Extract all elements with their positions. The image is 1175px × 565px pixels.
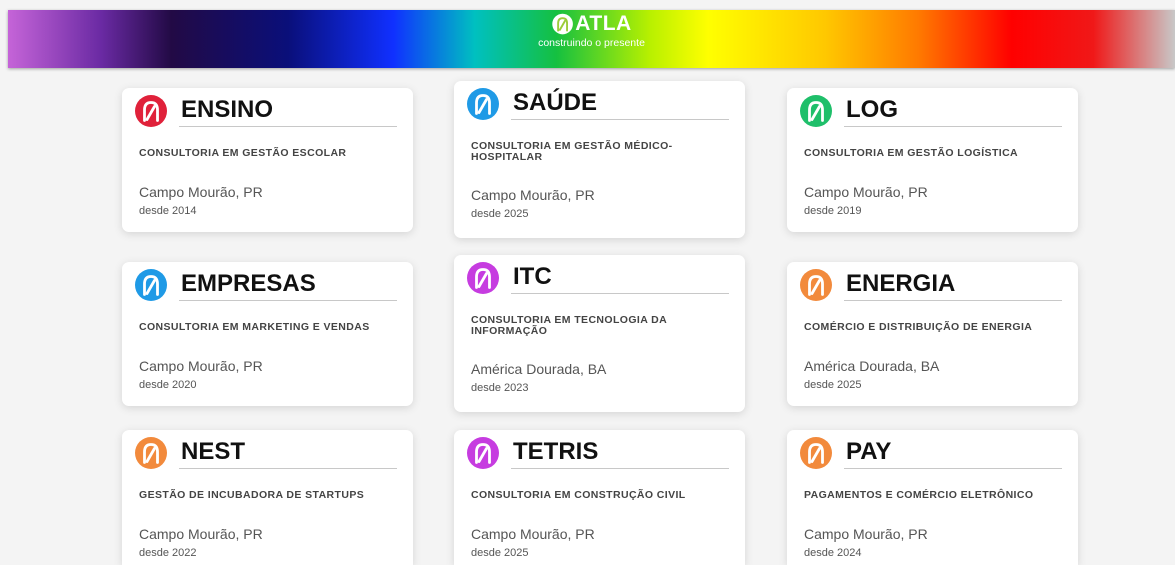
- atla-logo-icon: [135, 269, 167, 301]
- atla-logo-icon: [800, 95, 832, 127]
- card-description: CONSULTORIA EM GESTÃO LOGÍSTICA: [804, 147, 1019, 159]
- card-title: NEST: [181, 438, 246, 465]
- card-tetris[interactable]: TETRIS CONSULTORIA EM CONSTRUÇÃO CIVIL C…: [454, 430, 745, 565]
- card-itc[interactable]: ITC CONSULTORIA EM TECNOLOGIA DA INFORMA…: [454, 255, 745, 412]
- card-description: PAGAMENTOS E COMÉRCIO ELETRÔNICO: [804, 489, 1034, 501]
- card-since: desde 2024: [804, 547, 862, 559]
- divider: [511, 119, 729, 120]
- card-since: desde 2020: [139, 379, 197, 391]
- card-description: CONSULTORIA EM TECNOLOGIA DA INFORMAÇÃO: [471, 314, 667, 337]
- divider: [844, 126, 1062, 127]
- card-location: Campo Mourão, PR: [804, 526, 928, 542]
- card-title: ENSINO: [181, 96, 274, 123]
- card-location: Campo Mourão, PR: [139, 358, 263, 374]
- card-title: LOG: [846, 96, 898, 123]
- card-pay[interactable]: PAY PAGAMENTOS E COMÉRCIO ELETRÔNICO Cam…: [787, 430, 1078, 565]
- card-description: COMÉRCIO E DISTRIBUIÇÃO DE ENERGIA: [804, 321, 1033, 333]
- card-description: CONSULTORIA EM GESTÃO ESCOLAR: [139, 147, 347, 159]
- card-ensino[interactable]: ENSINO CONSULTORIA EM GESTÃO ESCOLAR Cam…: [122, 88, 413, 232]
- card-description: CONSULTORIA EM MARKETING E VENDAS: [139, 321, 370, 333]
- card-since: desde 2025: [471, 547, 529, 559]
- card-location: Campo Mourão, PR: [804, 184, 928, 200]
- divider: [844, 468, 1062, 469]
- card-title: ENERGIA: [846, 270, 956, 297]
- card-since: desde 2023: [471, 382, 529, 394]
- card-log[interactable]: LOG CONSULTORIA EM GESTÃO LOGÍSTICA Camp…: [787, 88, 1078, 232]
- divider: [511, 468, 729, 469]
- card-location: América Dourada, BA: [471, 361, 607, 377]
- divider: [844, 300, 1062, 301]
- header-banner: ATLA construindo o presente: [8, 10, 1175, 68]
- brand[interactable]: ATLA construindo o presente: [538, 12, 645, 49]
- atla-logo-icon: [551, 13, 573, 35]
- divider: [511, 293, 729, 294]
- atla-logo-icon: [135, 437, 167, 469]
- card-title: ITC: [513, 263, 552, 290]
- divider: [179, 300, 397, 301]
- brand-tagline: construindo o presente: [538, 37, 645, 49]
- card-location: Campo Mourão, PR: [139, 526, 263, 542]
- card-nest[interactable]: NEST GESTÃO DE INCUBADORA DE STARTUPS Ca…: [122, 430, 413, 565]
- brand-name: ATLA: [575, 12, 632, 35]
- card-title: SAÚDE: [513, 89, 598, 116]
- atla-logo-icon: [467, 437, 499, 469]
- atla-logo-icon: [467, 88, 499, 120]
- card-description: GESTÃO DE INCUBADORA DE STARTUPS: [139, 489, 365, 501]
- atla-logo-icon: [467, 262, 499, 294]
- card-location: Campo Mourão, PR: [471, 187, 595, 203]
- divider: [179, 126, 397, 127]
- card-since: desde 2014: [139, 205, 197, 217]
- card-since: desde 2022: [139, 547, 197, 559]
- card-energia[interactable]: ENERGIA COMÉRCIO E DISTRIBUIÇÃO DE ENERG…: [787, 262, 1078, 406]
- atla-logo-icon: [800, 437, 832, 469]
- card-title: EMPRESAS: [181, 270, 316, 297]
- card-title: PAY: [846, 438, 892, 465]
- divider: [179, 468, 397, 469]
- card-description: CONSULTORIA EM GESTÃO MÉDICO-HOSPITALAR: [471, 140, 673, 163]
- card-since: desde 2025: [471, 208, 529, 220]
- card-title: TETRIS: [513, 438, 599, 465]
- card-location: América Dourada, BA: [804, 358, 940, 374]
- card-description: CONSULTORIA EM CONSTRUÇÃO CIVIL: [471, 489, 686, 501]
- atla-logo-icon: [800, 269, 832, 301]
- card-saude[interactable]: SAÚDE CONSULTORIA EM GESTÃO MÉDICO-HOSPI…: [454, 81, 745, 238]
- atla-logo-icon: [135, 95, 167, 127]
- card-since: desde 2025: [804, 379, 862, 391]
- card-empresas[interactable]: EMPRESAS CONSULTORIA EM MARKETING E VEND…: [122, 262, 413, 406]
- card-since: desde 2019: [804, 205, 862, 217]
- card-location: Campo Mourão, PR: [139, 184, 263, 200]
- card-location: Campo Mourão, PR: [471, 526, 595, 542]
